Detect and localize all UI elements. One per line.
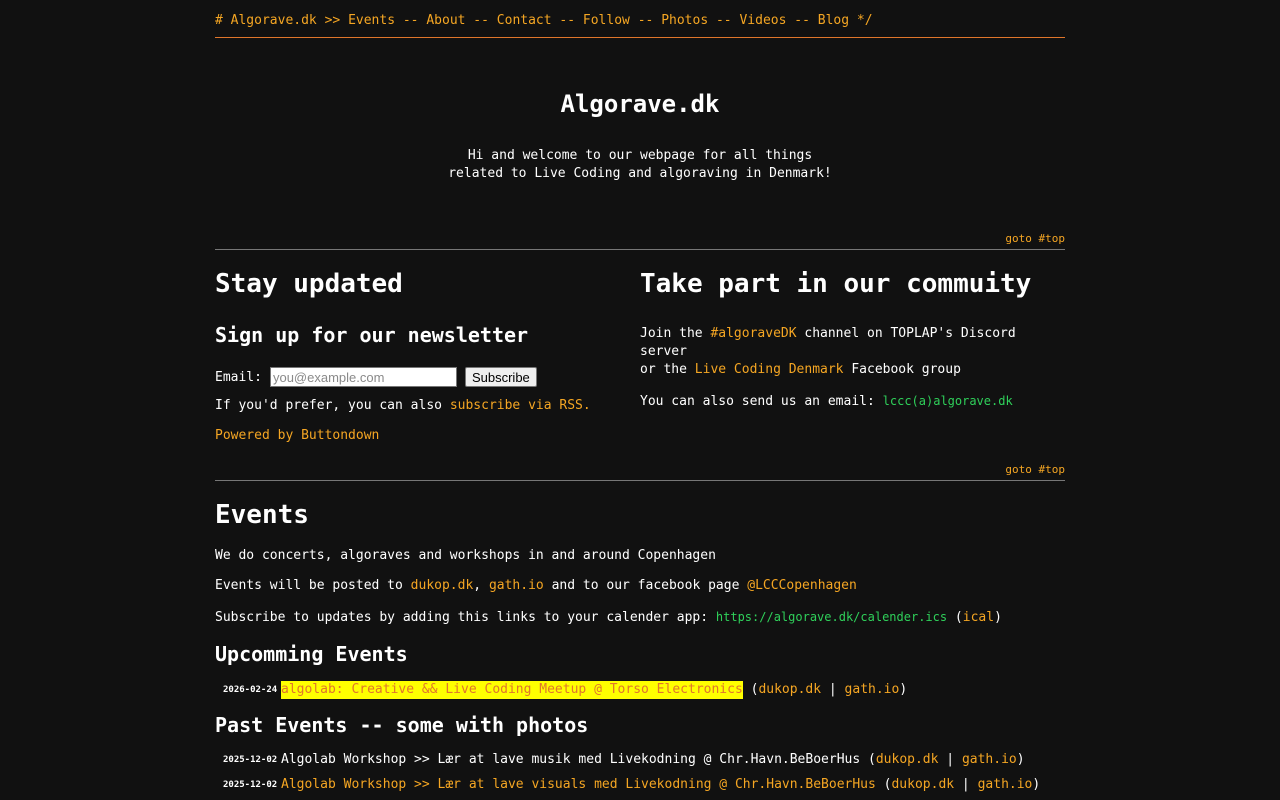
event-gathio-link[interactable]: gath.io: [978, 776, 1033, 794]
page-container: # Algorave.dk >> Events -- About -- Cont…: [215, 0, 1065, 794]
event-title[interactable]: algolab: Creative && Live Coding Meetup …: [281, 681, 743, 699]
email-address: lccc(a)algorave.dk: [882, 394, 1013, 408]
goto-top-link[interactable]: goto #top: [1005, 463, 1065, 476]
community-email-text: You can also send us an email: lccc(a)al…: [640, 392, 1065, 411]
newsletter-section: Stay updated Sign up for our newsletter …: [215, 250, 640, 445]
nav-separator: --: [395, 13, 427, 28]
email-input[interactable]: [269, 367, 457, 387]
community-join-text: Join the #algoraveDK channel on TOPLAP's…: [640, 325, 1065, 379]
nav-item-events[interactable]: Events: [348, 13, 395, 28]
calendar-url: https://algorave.dk/calender.ics: [715, 610, 948, 624]
event-dukop-link[interactable]: dukop.dk: [891, 776, 954, 794]
upcoming-events-heading: Upcomming Events: [215, 642, 408, 666]
gathio-link[interactable]: gath.io: [489, 578, 544, 593]
nav-separator: --: [786, 13, 818, 28]
top-navigation: # Algorave.dk >> Events -- About -- Cont…: [215, 0, 1065, 38]
or-prefix: or the: [640, 362, 695, 377]
list-item: 2026-02-24 algolab: Creative && Live Codi…: [223, 681, 908, 699]
nav-home-link[interactable]: # Algorave.dk >>: [215, 13, 348, 28]
rss-prefix: If you'd prefer, you can also: [215, 398, 450, 413]
welcome-line-2: related to Live Coding and algoraving in…: [448, 166, 832, 181]
newsletter-form: Email: Subscribe: [215, 366, 640, 388]
nav-item-blog[interactable]: Blog: [818, 13, 849, 28]
page-title: Algorave.dk: [560, 90, 720, 118]
powered-by: Powered by Buttondown: [215, 427, 640, 445]
nav-item-videos[interactable]: Videos: [739, 13, 786, 28]
event-gathio-link[interactable]: gath.io: [962, 751, 1017, 769]
two-column-section: Stay updated Sign up for our newsletter …: [215, 250, 1065, 445]
event-gathio-link[interactable]: gath.io: [845, 681, 900, 699]
rss-link[interactable]: subscribe via RSS.: [450, 398, 591, 413]
dukop-link[interactable]: dukop.dk: [411, 578, 474, 593]
events-heading: Events: [215, 500, 309, 530]
event-date: 2025-12-02: [223, 755, 278, 765]
events-posted-text: Events will be posted to dukop.dk, gath.…: [215, 577, 1065, 595]
community-section: Take part in our commuity Join the #algo…: [640, 250, 1065, 445]
facebook-page-link[interactable]: @LCCCopenhagen: [747, 578, 857, 593]
past-events-heading: Past Events -- some with photos: [215, 713, 589, 737]
list-item: 2025-12-02 Algolab Workshop >> Lær at lav…: [223, 751, 1025, 769]
event-title: Algolab Workshop >> Lær at lave musik me…: [281, 752, 861, 767]
community-heading: Take part in our commuity: [640, 269, 1032, 299]
ical-link[interactable]: ical: [963, 610, 994, 625]
hero-section: Algorave.dk Hi and welcome to our webpag…: [215, 38, 1065, 183]
events-section: Events We do concerts, algoraves and wor…: [215, 500, 1065, 794]
nav-separator: --: [551, 13, 583, 28]
nav-separator: --: [629, 13, 662, 28]
nav-suffix: */: [849, 13, 873, 28]
posted-middle: and to our facebook page: [543, 578, 748, 593]
subscribe-prefix: Subscribe to updates by adding this link…: [215, 610, 716, 625]
calendar-subscribe-text: Subscribe to updates by adding this link…: [215, 610, 1002, 625]
facebook-group-link[interactable]: Live Coding Denmark: [695, 362, 844, 377]
rss-text: If you'd prefer, you can also subscribe …: [215, 397, 640, 415]
welcome-text: Hi and welcome to our webpage for all th…: [215, 147, 1065, 183]
posted-comma: ,: [473, 578, 489, 593]
subscribe-button[interactable]: Subscribe: [464, 367, 537, 387]
list-item: 2025-12-02 Algolab Workshop >> Lær at lav…: [223, 776, 1041, 794]
stay-updated-heading: Stay updated: [215, 269, 403, 299]
nav-item-contact[interactable]: Contact: [497, 13, 552, 28]
goto-top-row: goto #top: [215, 463, 1065, 481]
join-prefix: Join the: [640, 326, 711, 341]
or-suffix: Facebook group: [843, 362, 961, 377]
goto-top-row: goto #top: [215, 232, 1065, 250]
event-title[interactable]: Algolab Workshop >> Lær at lave visuals …: [281, 776, 876, 794]
event-dukop-link[interactable]: dukop.dk: [758, 681, 821, 699]
nav-separator: --: [708, 13, 740, 28]
events-intro: We do concerts, algoraves and workshops …: [215, 548, 716, 563]
posted-prefix: Events will be posted to: [215, 578, 411, 593]
goto-top-link[interactable]: goto #top: [1005, 232, 1065, 245]
nav-item-about[interactable]: About: [426, 13, 465, 28]
buttondown-link[interactable]: Powered by Buttondown: [215, 428, 379, 443]
email-label: Email:: [215, 369, 262, 385]
event-dukop-link[interactable]: dukop.dk: [876, 751, 939, 769]
mail-prefix: You can also send us an email:: [640, 394, 883, 409]
nav-separator: --: [465, 13, 497, 28]
event-date: 2026-02-24: [223, 685, 278, 695]
event-date: 2025-12-02: [223, 780, 278, 790]
discord-channel-link[interactable]: #algoraveDK: [710, 326, 796, 341]
newsletter-heading: Sign up for our newsletter: [215, 323, 529, 347]
welcome-line-1: Hi and welcome to our webpage for all th…: [467, 148, 813, 163]
nav-item-photos[interactable]: Photos: [661, 13, 708, 28]
nav-item-follow[interactable]: Follow: [583, 13, 630, 28]
